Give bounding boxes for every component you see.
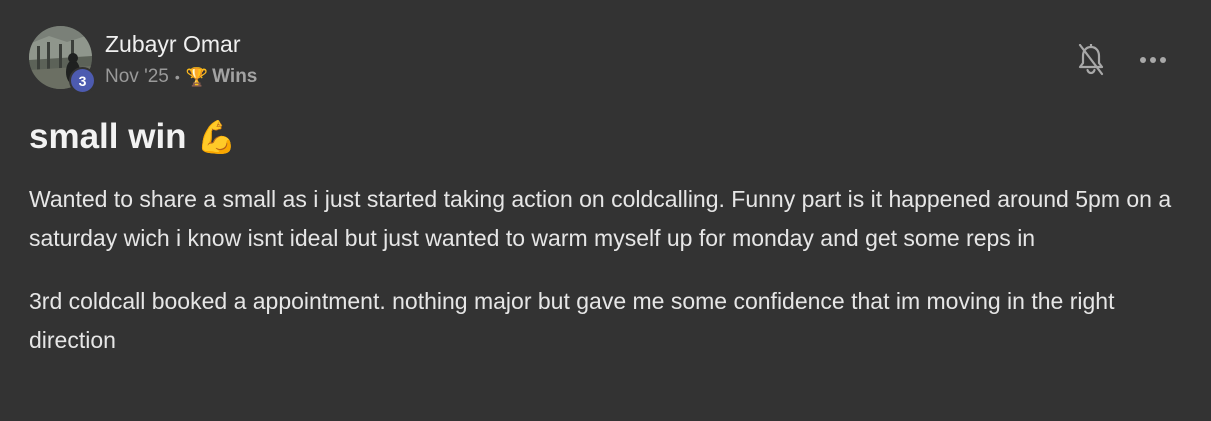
author-name[interactable]: Zubayr Omar	[105, 30, 257, 58]
post-title: small win 💪	[29, 114, 236, 160]
meta-separator: •	[174, 69, 180, 85]
bell-muted-icon	[1078, 44, 1104, 76]
post-info: Nov '25 • 🏆 Wins	[105, 65, 257, 89]
flexed-biceps-icon: 💪	[196, 119, 237, 155]
post-paragraph: 3rd coldcall booked a appointment. nothi…	[29, 288, 1115, 353]
more-horizontal-icon	[1140, 57, 1166, 63]
notifications-toggle-button[interactable]	[1071, 40, 1111, 80]
post-body: Wanted to share a small as i just starte…	[29, 180, 1194, 359]
post-card: 3 Zubayr Omar Nov '25 • 🏆 Wins small win…	[0, 0, 1211, 421]
trophy-icon: 🏆	[185, 67, 209, 87]
post-date[interactable]: Nov '25	[105, 65, 169, 89]
more-options-button[interactable]	[1133, 40, 1173, 80]
author-avatar-wrapper[interactable]: 3	[29, 26, 96, 94]
post-title-text: small win	[29, 117, 187, 156]
post-actions	[1071, 40, 1173, 80]
post-meta: Zubayr Omar Nov '25 • 🏆 Wins	[105, 30, 257, 89]
post-paragraph: Wanted to share a small as i just starte…	[29, 186, 1172, 251]
level-badge: 3	[69, 67, 96, 94]
category-link[interactable]: Wins	[212, 65, 257, 89]
post-header: 3 Zubayr Omar Nov '25 • 🏆 Wins	[29, 26, 257, 94]
